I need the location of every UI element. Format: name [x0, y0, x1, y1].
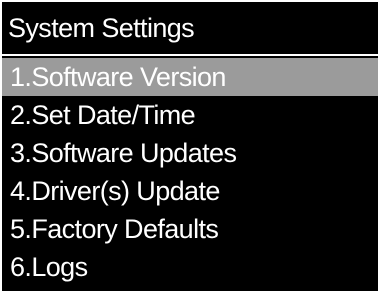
settings-screen: System Settings 1.Software Version 2.Set… [2, 2, 378, 291]
page-title: System Settings [8, 13, 195, 43]
menu-item-software-version[interactable]: 1.Software Version [2, 58, 378, 96]
menu-item-driver-update[interactable]: 4.Driver(s) Update [2, 172, 378, 210]
menu-item-label: Driver(s) Update [31, 176, 220, 206]
menu-item-set-date-time[interactable]: 2.Set Date/Time [2, 96, 378, 134]
menu-item-software-updates[interactable]: 3.Software Updates [2, 134, 378, 172]
menu-item-number: 1. [10, 62, 32, 92]
menu-item-label: Set Date/Time [31, 100, 196, 130]
menu-item-number: 4. [10, 176, 32, 206]
menu-item-number: 5. [10, 214, 32, 244]
menu-item-logs[interactable]: 6.Logs [2, 248, 378, 286]
menu-item-number: 6. [10, 252, 32, 282]
menu-item-number: 2. [10, 100, 32, 130]
menu-item-label: Factory Defaults [31, 214, 219, 244]
menu-item-number: 3. [10, 138, 32, 168]
title-divider [2, 54, 378, 56]
menu-item-label: Software Updates [31, 138, 237, 168]
menu-item-label: Software Version [31, 62, 226, 92]
settings-menu: 1.Software Version 2.Set Date/Time 3.Sof… [2, 58, 378, 286]
menu-item-label: Logs [31, 252, 88, 282]
menu-item-factory-defaults[interactable]: 5.Factory Defaults [2, 210, 378, 248]
